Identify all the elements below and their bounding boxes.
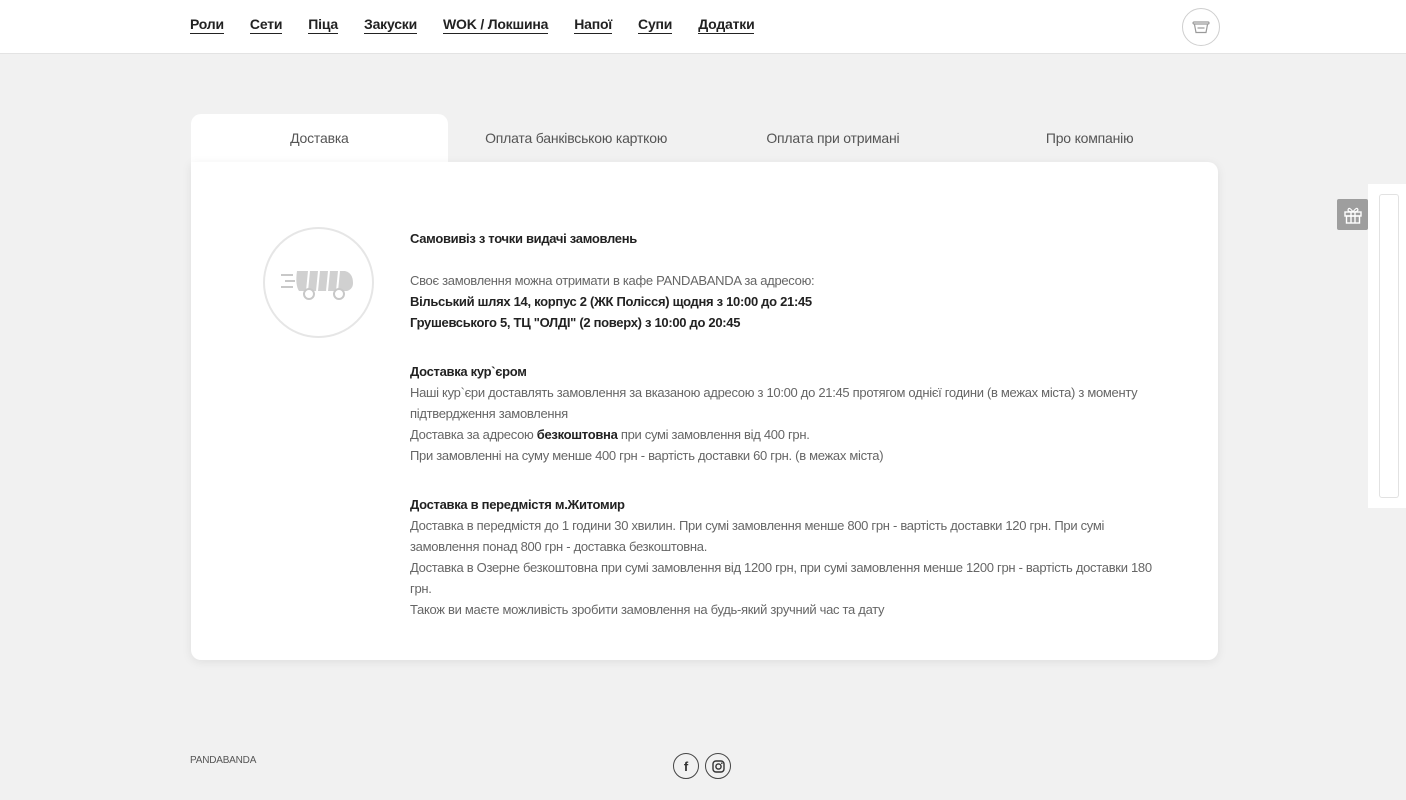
pickup-intro: Своє замовлення можна отримати в кафе PA…: [410, 273, 815, 288]
free-delivery-emphasis: безкоштовна: [536, 427, 618, 442]
cart-button[interactable]: [1182, 8, 1220, 46]
nav-item-snacks[interactable]: Закуски: [364, 16, 417, 34]
suburb-line-2: Доставка в Озерне безкоштовна при сумі з…: [410, 560, 1152, 596]
cart-icon: [1192, 21, 1210, 34]
courier-line-3: При замовленні на суму менше 400 грн - в…: [410, 448, 884, 463]
nav-item-pizza[interactable]: Піца: [308, 16, 338, 34]
courier-line-2: Доставка за адресою безкоштовна при сумі…: [410, 427, 810, 442]
footer-brand: PANDABANDA: [190, 755, 257, 766]
courier-title: Доставка кур`єром: [410, 364, 527, 379]
nav-item-rolls[interactable]: Роли: [190, 16, 224, 34]
side-scroll-area[interactable]: [1379, 194, 1399, 498]
pickup-address-1: Вільський шлях 14, корпус 2 (ЖК Полісся)…: [410, 294, 812, 309]
courier-line-1: Наші кур`єри доставлять замовлення за вк…: [410, 385, 1138, 421]
facebook-icon[interactable]: f: [673, 753, 699, 779]
pickup-title: Самовивіз з точки видачі замовлень: [410, 231, 637, 246]
suburb-line-1: Доставка в передмістя до 1 години 30 хви…: [410, 518, 1105, 554]
instagram-icon[interactable]: [705, 753, 731, 779]
nav-item-sets[interactable]: Сети: [249, 16, 282, 34]
tab-about[interactable]: Про компанію: [961, 114, 1218, 162]
tab-card-payment[interactable]: Оплата банківською карткою: [448, 114, 705, 162]
category-nav: Роли Сети Піца Закуски WOK / Локшина Нап…: [190, 16, 755, 34]
suburb-line-3: Також ви маєте можливість зробити замовл…: [410, 602, 885, 617]
nav-item-extras[interactable]: Додатки: [698, 16, 755, 34]
delivery-scooter-icon: [263, 227, 374, 338]
top-header: Роли Сети Піца Закуски WOK / Локшина Нап…: [0, 0, 1406, 54]
suburb-title: Доставка в передмістя м.Житомир: [410, 497, 625, 512]
gift-button[interactable]: [1337, 199, 1368, 230]
nav-item-drinks[interactable]: Напої: [574, 16, 612, 34]
info-tabs: Доставка Оплата банківською карткою Опла…: [191, 114, 1218, 184]
delivery-content: Самовивіз з точки видачі замовлень Своє …: [410, 228, 1170, 620]
nav-item-wok[interactable]: WOK / Локшина: [443, 16, 548, 34]
pickup-address-2: Грушевського 5, ТЦ "ОЛДІ" (2 поверх) з 1…: [410, 315, 741, 330]
gift-icon: [1343, 207, 1362, 224]
tab-cash-payment[interactable]: Оплата при отримані: [705, 114, 962, 162]
nav-item-soups[interactable]: Супи: [638, 16, 672, 34]
